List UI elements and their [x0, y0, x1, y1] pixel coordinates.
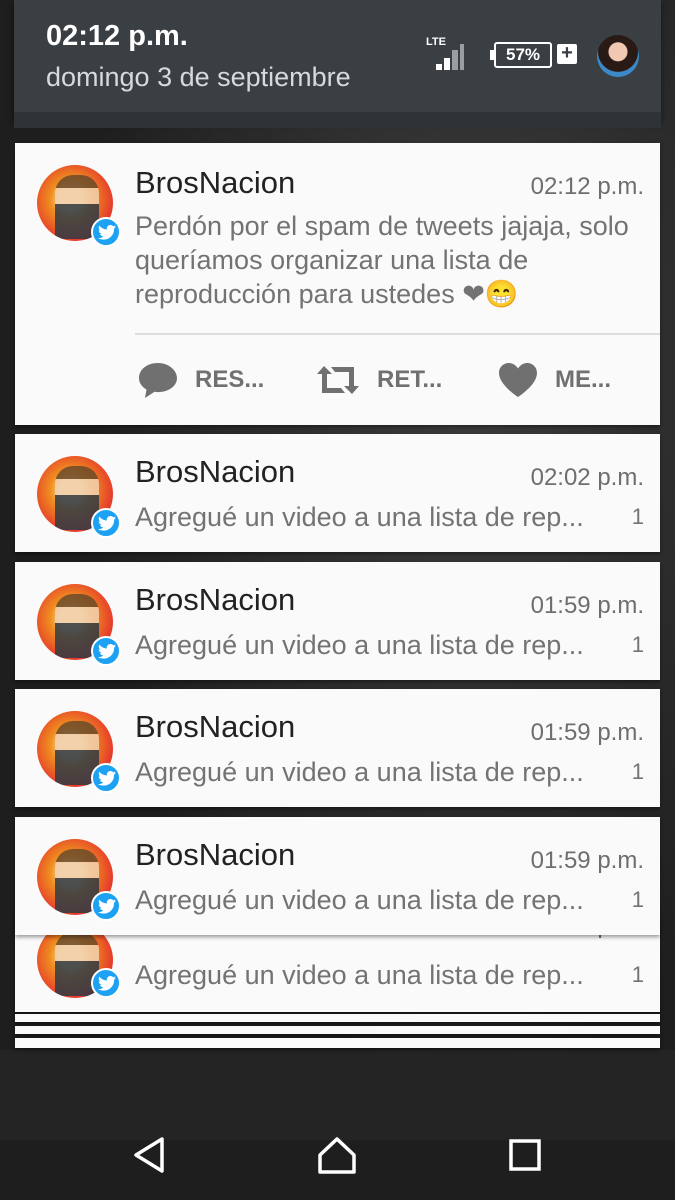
notification-body: Agregué un video a una lista de rep... — [135, 885, 584, 915]
twitter-icon — [91, 763, 121, 793]
twitter-icon — [91, 636, 121, 666]
retweet-label: RET... — [377, 366, 443, 393]
stacked-notification-edge — [15, 1014, 660, 1022]
date: domingo 3 de septiembre — [46, 62, 351, 92]
notification-body: Agregué un video a una lista de rep... — [135, 757, 584, 787]
notification-count: 1 — [631, 632, 644, 657]
notification-time: 02:12 p.m. — [530, 173, 644, 200]
clock: 02:12 p.m. — [46, 20, 188, 52]
notification-body: Agregué un video a una lista de rep... — [135, 502, 584, 532]
notification-body: Perdón por el spam de tweets jajaja, sol… — [135, 211, 629, 309]
signal-icon: LTE — [426, 36, 466, 72]
battery-icon: 57% — [494, 42, 552, 68]
notification-item[interactable]: BrosNacion 01:59 p.m. Agregué un video a… — [15, 689, 660, 807]
reply-label: RES... — [195, 366, 265, 393]
notification-item[interactable]: BrosNacion 01:59 p.m. Agregué un video a… — [15, 817, 660, 935]
notification-count: 1 — [631, 887, 644, 912]
notification-expanded[interactable]: BrosNacion 02:12 p.m. Perdón por el spam… — [15, 143, 660, 425]
like-label: ME... — [555, 366, 612, 393]
sender-name: BrosNacion — [135, 582, 296, 617]
charging-icon: + — [557, 43, 577, 64]
sender-name: BrosNacion — [135, 709, 296, 744]
reply-icon — [139, 363, 177, 398]
retweet-icon — [317, 366, 359, 394]
notification-count: 1 — [631, 962, 644, 987]
back-icon[interactable] — [130, 1135, 170, 1175]
recents-icon[interactable] — [505, 1135, 545, 1175]
reply-button[interactable]: RES... — [137, 355, 264, 405]
sender-name: BrosNacion — [135, 454, 296, 489]
notification-time: 01:59 p.m. — [530, 719, 644, 746]
notification-shade-header: 02:12 p.m. domingo 3 de septiembre LTE 5… — [14, 0, 661, 128]
notification-time: 01:59 p.m. — [530, 847, 644, 874]
like-button[interactable]: ME... — [497, 355, 611, 405]
stacked-notification-edge — [15, 1038, 660, 1048]
twitter-icon — [91, 891, 121, 921]
notification-body: Agregué un video a una lista de rep... — [135, 630, 584, 660]
header-edge — [14, 112, 661, 128]
divider — [135, 333, 660, 335]
sender-name: BrosNacion — [135, 837, 296, 872]
sender-name: BrosNacion — [135, 165, 296, 200]
user-avatar[interactable] — [597, 35, 639, 77]
retweet-button[interactable]: RET... — [315, 355, 442, 405]
home-icon[interactable] — [317, 1135, 357, 1175]
notification-count: 1 — [631, 759, 644, 784]
twitter-icon — [91, 508, 121, 538]
twitter-icon — [91, 217, 121, 247]
notification-body: Agregué un video a una lista de rep... — [135, 960, 584, 990]
wallpaper-dock — [0, 1050, 675, 1140]
twitter-icon — [91, 968, 121, 998]
stacked-notification-edge — [15, 1026, 660, 1034]
notification-time: 02:02 p.m. — [530, 464, 644, 491]
notification-item[interactable]: BrosNacion 02:02 p.m. Agregué un video a… — [15, 434, 660, 552]
notification-time: 01:59 p.m. — [530, 592, 644, 619]
notification-item[interactable]: BrosNacion 01:59 p.m. Agregué un video a… — [15, 562, 660, 680]
heart-icon — [499, 363, 537, 397]
notification-count: 1 — [631, 504, 644, 529]
